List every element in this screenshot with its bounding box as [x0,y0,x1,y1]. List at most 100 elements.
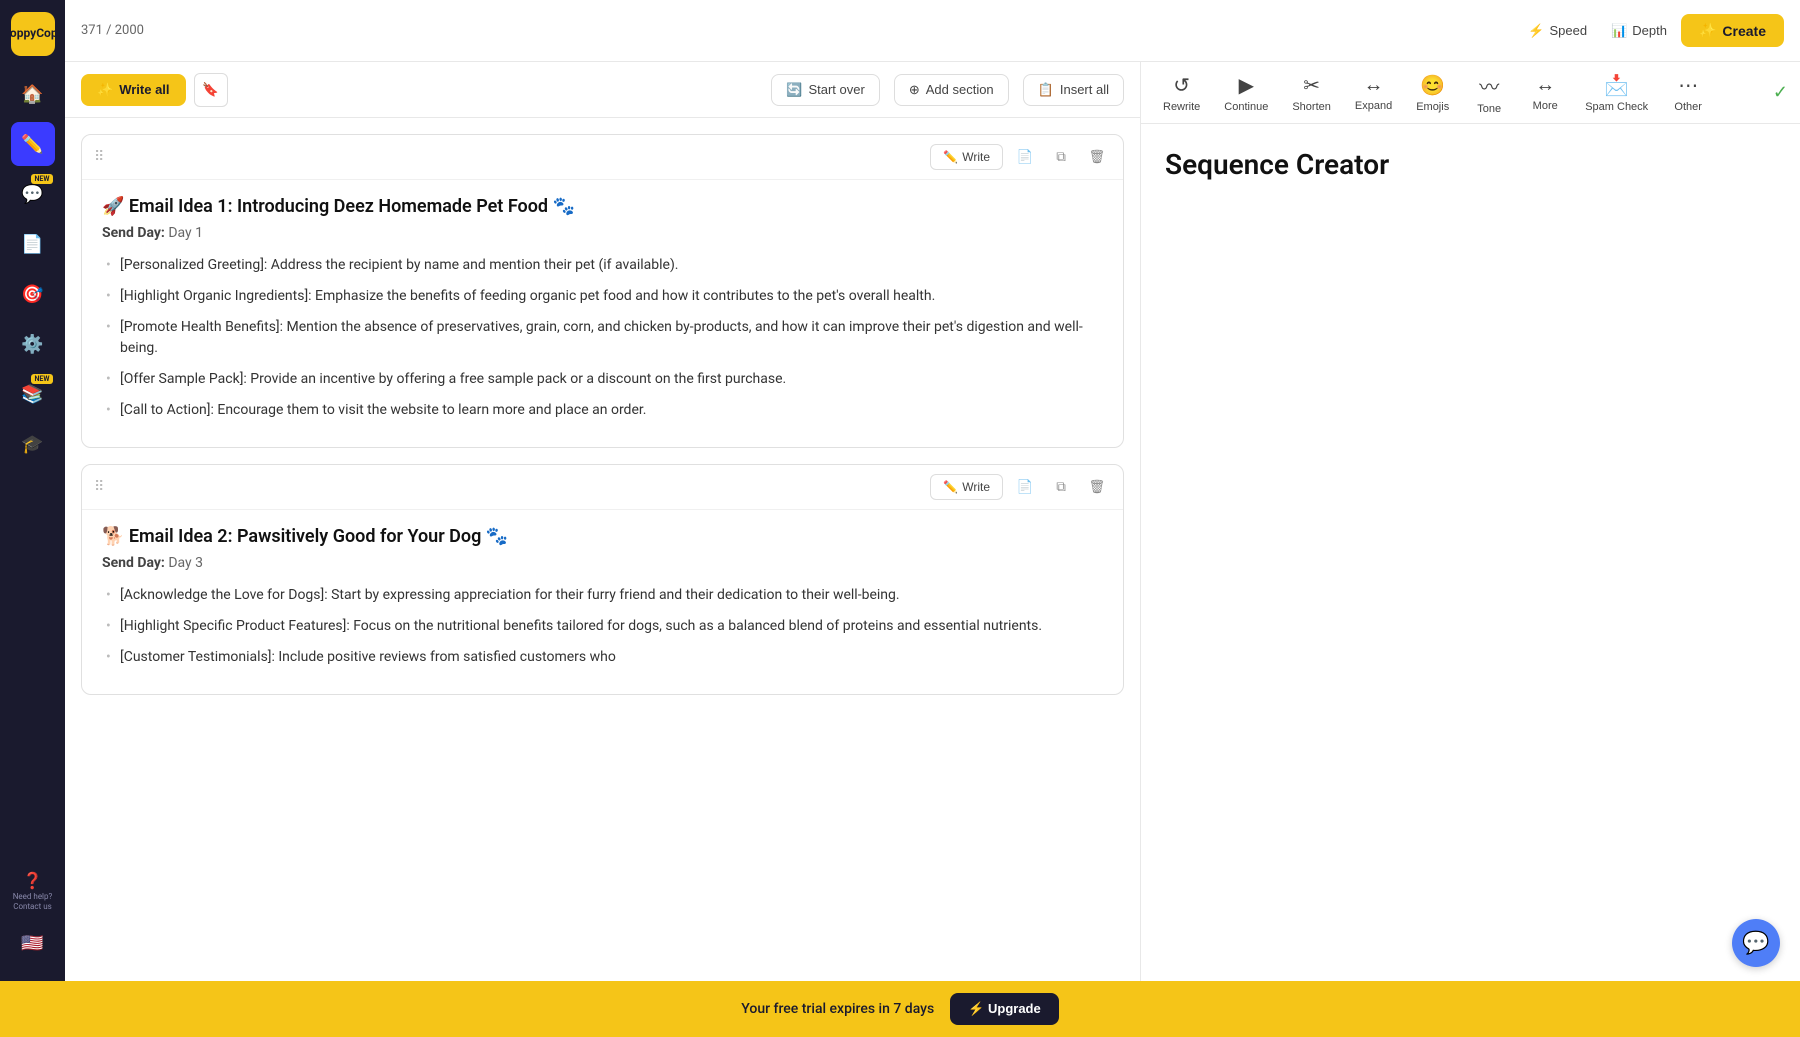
chat-new-badge: NEW [31,174,52,184]
more-label: More [1533,100,1558,112]
copy-button-2[interactable]: 📄 [1011,473,1039,501]
other-button[interactable]: ⋯ Other [1662,67,1714,119]
bullet-list-2: [Acknowledge the Love for Dogs]: Start b… [102,585,1103,668]
emojis-button[interactable]: 😊 Emojis [1406,67,1459,119]
content-layout: ✨ Write all 🔖 🔄 Start over ⊕ Add section… [65,62,1800,1037]
right-toolbar: ↺ Rewrite ▶ Continue ✂ Shorten ↔ Expand … [1141,62,1800,124]
write-label-1: Write [962,150,990,164]
editor-scroll[interactable]: ⠿ ✏️ Write 📄 ⧉ 🗑 [65,118,1140,1037]
more-button[interactable]: ↔ More [1519,68,1571,118]
email-card-2: ⠿ ✏️ Write 📄 ⧉ 🗑 [81,464,1124,695]
speed-button[interactable]: ⚡ Speed [1518,17,1597,45]
upgrade-label: ⚡ Upgrade [968,1001,1041,1017]
library-new-badge: NEW [31,374,52,384]
chat-widget-button[interactable]: 💬 [1732,919,1780,967]
insert-all-button[interactable]: 📋 Insert all [1023,74,1124,106]
bullet-item: [Promote Health Benefits]: Mention the a… [102,317,1103,359]
duplicate-button-2[interactable]: ⧉ [1047,473,1075,501]
shorten-label: Shorten [1292,101,1331,113]
depth-icon: 📊 [1611,23,1627,39]
start-over-button[interactable]: 🔄 Start over [771,74,880,106]
sidebar-item-documents[interactable]: 📄 [11,222,55,266]
delete-button-2[interactable]: 🗑 [1083,473,1111,501]
bullet-item: [Call to Action]: Encourage them to visi… [102,400,1103,421]
drag-handle-1[interactable]: ⠿ [94,149,104,165]
drag-handle-2[interactable]: ⠿ [94,479,104,495]
sequence-creator-title: Sequence Creator [1165,148,1776,181]
expand-button[interactable]: ↔ Expand [1345,68,1402,118]
main-area: 371 / 2000 ⚡ Speed 📊 Depth ✨ Create ✨ Wr… [65,0,1800,1037]
chat-widget-icon: 💬 [1742,931,1769,956]
shorten-button[interactable]: ✂ Shorten [1282,67,1341,119]
help-icon: ❓ [23,871,43,890]
duplicate-button-1[interactable]: ⧉ [1047,143,1075,171]
bullet-item: [Personalized Greeting]: Address the rec… [102,255,1103,276]
spam-check-label: Spam Check [1585,101,1648,113]
shorten-icon: ✂ [1303,73,1320,98]
add-section-button[interactable]: ⊕ Add section [894,74,1009,106]
library-icon: 📚 [21,384,43,405]
bullet-item: [Customer Testimonials]: Include positiv… [102,647,1103,668]
create-icon: ✨ [1699,22,1716,39]
sidebar-item-chat[interactable]: 💬 NEW [11,172,55,216]
need-help-label: Need help?Contact us [13,892,53,911]
continue-label: Continue [1224,101,1268,113]
bullet-item: [Acknowledge the Love for Dogs]: Start b… [102,585,1103,606]
email-title-1: 🚀 Email Idea 1: Introducing Deez Homemad… [102,196,1103,217]
bullet-item: [Highlight Organic Ingredients]: Emphasi… [102,286,1103,307]
expand-label: Expand [1355,100,1392,112]
copy-button-1[interactable]: 📄 [1011,143,1039,171]
sidebar-item-editor[interactable]: ✏️ [11,122,55,166]
send-day-2: Send Day: Day 3 [102,555,1103,571]
sidebar-item-home[interactable]: 🏠 [11,72,55,116]
other-label: Other [1674,101,1702,113]
rewrite-button[interactable]: ↺ Rewrite [1153,67,1210,119]
trash-icon-2: 🗑 [1089,479,1106,495]
bullet-list-1: [Personalized Greeting]: Address the rec… [102,255,1103,421]
editor-area: ✨ Write all 🔖 🔄 Start over ⊕ Add section… [65,62,1140,1037]
chat-icon: 💬 [21,184,43,205]
duplicate-icon-1: ⧉ [1056,149,1066,165]
sidebar-item-targeting[interactable]: 🎯 [11,272,55,316]
email-title-2: 🐕 Email Idea 2: Pawsitively Good for You… [102,526,1103,547]
documents-icon: 📄 [21,234,43,255]
pen-icon-2: ✏️ [943,480,958,494]
sidebar-item-flag[interactable]: 🇺🇸 [11,921,55,965]
integrations-icon: ⚙️ [21,334,43,355]
sidebar-nav: 🏠 ✏️ 💬 NEW 📄 🎯 ⚙️ 📚 NEW 🎓 [11,72,55,869]
speed-icon: ⚡ [1528,23,1544,39]
delete-button-1[interactable]: 🗑 [1083,143,1111,171]
write-button-1[interactable]: ✏️ Write [930,144,1003,170]
sidebar-item-library[interactable]: 📚 NEW [11,372,55,416]
depth-button[interactable]: 📊 Depth [1601,17,1677,45]
continue-icon: ▶ [1239,73,1254,98]
sidebar-item-integrations[interactable]: ⚙️ [11,322,55,366]
right-panel: ↺ Rewrite ▶ Continue ✂ Shorten ↔ Expand … [1140,62,1800,1037]
spam-check-icon: 📩 [1604,73,1629,98]
insert-icon: 📋 [1038,82,1054,98]
bookmark-button[interactable]: 🔖 [194,73,228,107]
sparkle-icon: ✨ [97,82,113,98]
bookmark-icon: 🔖 [202,82,219,98]
send-day-1: Send Day: Day 1 [102,225,1103,241]
app-logo[interactable]: HoppyCopy [11,12,55,56]
need-help-button[interactable]: ❓ Need help?Contact us [11,869,55,913]
sidebar-item-learning[interactable]: 🎓 [11,422,55,466]
create-button[interactable]: ✨ Create [1681,14,1784,47]
emojis-label: Emojis [1416,101,1449,113]
write-button-2[interactable]: ✏️ Write [930,474,1003,500]
editor-toolbar: ✨ Write all 🔖 🔄 Start over ⊕ Add section… [65,62,1140,118]
tone-button[interactable]: 〰 Tone [1463,65,1515,121]
upgrade-button[interactable]: ⚡ Upgrade [950,993,1059,1025]
continue-button[interactable]: ▶ Continue [1214,67,1278,119]
editor-icon: ✏️ [21,134,43,155]
create-label: Create [1722,23,1766,39]
pen-icon-1: ✏️ [943,150,958,164]
flag-icon: 🇺🇸 [21,933,43,954]
write-all-button[interactable]: ✨ Write all [81,74,186,106]
more-icon: ↔ [1535,74,1555,97]
email-card-body-2: 🐕 Email Idea 2: Pawsitively Good for You… [82,510,1123,694]
spam-check-button[interactable]: 📩 Spam Check [1575,67,1658,119]
write-all-label: Write all [119,82,169,97]
learning-icon: 🎓 [21,434,43,455]
